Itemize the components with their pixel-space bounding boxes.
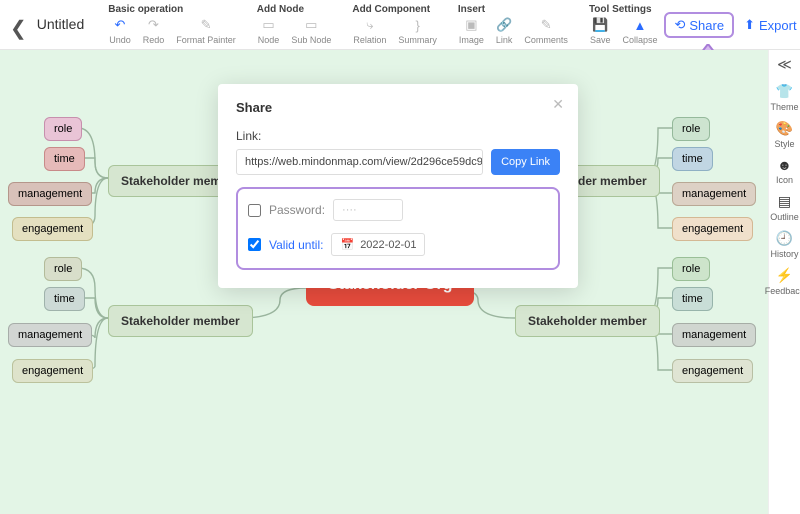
node-button[interactable]: ▭Node <box>253 17 285 45</box>
leaf-role-tr[interactable]: role <box>672 117 710 141</box>
export-icon: ⬆ <box>744 17 755 33</box>
share-modal: ✕ Share Link: https://web.mindonmap.com/… <box>218 84 578 288</box>
save-icon: 💾 <box>592 17 608 33</box>
outline-icon: ▤ <box>778 193 791 210</box>
rail-feedback[interactable]: ⚡Feedback <box>765 267 800 296</box>
rail-theme[interactable]: 👕Theme <box>770 83 798 112</box>
leaf-role-tl[interactable]: role <box>44 117 82 141</box>
leaf-engag-bl[interactable]: engagement <box>12 359 93 383</box>
leaf-engag-br[interactable]: engagement <box>672 359 753 383</box>
back-button[interactable]: ❮ <box>8 4 37 41</box>
validuntil-date-value: 2022-02-01 <box>360 239 416 251</box>
member-node-br[interactable]: Stakeholder member <box>515 305 660 337</box>
format-painter-icon: ✎ <box>198 17 214 33</box>
collapse-rail-button[interactable]: ≪ <box>777 56 792 73</box>
summary-button[interactable]: }Summary <box>393 17 442 45</box>
link-icon: 🔗 <box>496 17 512 33</box>
share-label: Share <box>689 18 724 33</box>
validuntil-checkbox[interactable] <box>248 238 261 251</box>
validuntil-date-input[interactable]: 📅 2022-02-01 <box>331 233 425 256</box>
link-label: Link: <box>236 129 560 143</box>
summary-icon: } <box>410 17 426 33</box>
share-icon: ⟲ <box>674 17 685 33</box>
subnode-button[interactable]: ▭Sub Node <box>286 17 336 45</box>
leaf-role-br[interactable]: role <box>672 257 710 281</box>
share-options-box: Password: ···· Valid until: 📅 2022-02-01 <box>236 187 560 270</box>
format-painter-button[interactable]: ✎Format Painter <box>171 17 241 45</box>
style-icon: 🎨 <box>776 120 793 137</box>
rail-icon[interactable]: ☻Icon <box>776 157 793 185</box>
rail-style[interactable]: 🎨Style <box>774 120 794 149</box>
collapse-button[interactable]: ▲Collapse <box>617 17 662 45</box>
leaf-engag-tr[interactable]: engagement <box>672 217 753 241</box>
group-addnode-label: Add Node <box>253 4 337 17</box>
export-button[interactable]: ⬆ Export <box>740 14 800 36</box>
group-tools: Tool Settings 💾Save ▲Collapse <box>583 4 665 45</box>
rail-outline[interactable]: ▤Outline <box>770 193 799 222</box>
modal-title: Share <box>236 100 560 115</box>
right-rail: ≪ 👕Theme 🎨Style ☻Icon ▤Outline 🕘History … <box>768 50 800 514</box>
link-button[interactable]: 🔗Link <box>491 17 518 45</box>
node-icon: ▭ <box>261 17 277 33</box>
group-addcomp-label: Add Component <box>348 4 442 17</box>
leaf-engag-tl[interactable]: engagement <box>12 217 93 241</box>
password-checkbox[interactable] <box>248 204 261 217</box>
subnode-icon: ▭ <box>303 17 319 33</box>
feedback-icon: ⚡ <box>776 267 793 284</box>
history-icon: 🕘 <box>776 230 793 247</box>
rail-history[interactable]: 🕘History <box>770 230 798 259</box>
share-link-input[interactable]: https://web.mindonmap.com/view/2d296ce59… <box>236 149 483 175</box>
group-insert: Insert ▣Image 🔗Link ✎Comments <box>452 4 575 45</box>
export-label: Export <box>759 18 797 33</box>
password-label: Password: <box>269 203 325 217</box>
group-basic: Basic operation ↶Undo ↷Redo ✎Format Pain… <box>102 4 243 45</box>
undo-button[interactable]: ↶Undo <box>104 17 136 45</box>
theme-icon: 👕 <box>776 83 793 100</box>
group-basic-label: Basic operation <box>104 4 241 17</box>
validuntil-label: Valid until: <box>269 238 323 252</box>
modal-close-button[interactable]: ✕ <box>552 96 564 113</box>
group-addnode: Add Node ▭Node ▭Sub Node <box>251 4 339 45</box>
group-tools-label: Tool Settings <box>585 4 663 17</box>
group-insert-label: Insert <box>454 4 573 17</box>
leaf-time-bl[interactable]: time <box>44 287 85 311</box>
leaf-mgmt-tr[interactable]: management <box>672 182 756 206</box>
group-addcomp: Add Component ⤷Relation }Summary <box>346 4 444 45</box>
leaf-time-tr[interactable]: time <box>672 147 713 171</box>
calendar-icon: 📅 <box>340 238 354 251</box>
leaf-time-br[interactable]: time <box>672 287 713 311</box>
image-button[interactable]: ▣Image <box>454 17 489 45</box>
relation-button[interactable]: ⤷Relation <box>348 17 391 45</box>
comments-icon: ✎ <box>538 17 554 33</box>
comments-button[interactable]: ✎Comments <box>519 17 573 45</box>
redo-icon: ↷ <box>146 17 162 33</box>
collapse-icon: ▲ <box>632 17 648 33</box>
icon-icon: ☻ <box>777 157 792 173</box>
copy-link-button[interactable]: Copy Link <box>491 149 560 175</box>
relation-icon: ⤷ <box>362 17 378 33</box>
doc-title[interactable]: Untitled <box>37 4 102 32</box>
leaf-mgmt-bl[interactable]: management <box>8 323 92 347</box>
leaf-mgmt-tl[interactable]: management <box>8 182 92 206</box>
image-icon: ▣ <box>463 17 479 33</box>
member-node-bl[interactable]: Stakeholder member <box>108 305 253 337</box>
leaf-time-tl[interactable]: time <box>44 147 85 171</box>
undo-icon: ↶ <box>112 17 128 33</box>
redo-button[interactable]: ↷Redo <box>138 17 170 45</box>
save-button[interactable]: 💾Save <box>585 17 616 45</box>
password-input[interactable]: ···· <box>333 199 403 221</box>
share-button[interactable]: ⟲ Share <box>664 12 734 38</box>
leaf-mgmt-br[interactable]: management <box>672 323 756 347</box>
toolbar: ❮ Untitled Basic operation ↶Undo ↷Redo ✎… <box>0 0 800 50</box>
leaf-role-bl[interactable]: role <box>44 257 82 281</box>
